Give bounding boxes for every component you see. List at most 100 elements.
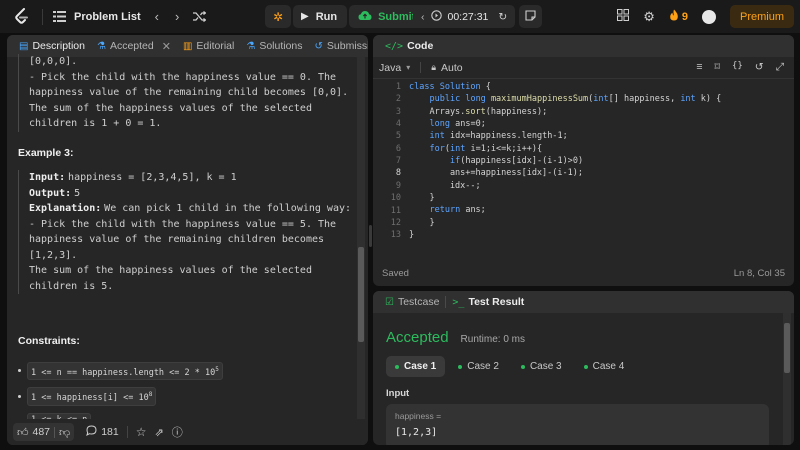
case-label: Case 3	[529, 361, 562, 372]
close-icon[interactable]: ✕	[162, 40, 171, 53]
code-editor[interactable]: 1 2 3 4 5 6 7 8 9 10 11 12 13 class Solu…	[373, 81, 794, 266]
line-number: 3	[395, 106, 401, 117]
expand-icon[interactable]: ⤢	[776, 61, 784, 74]
tab-testcase[interactable]: ☑ Testcase	[379, 291, 445, 313]
runtime: Runtime: 0 ms	[460, 334, 526, 345]
pass-dot-icon	[583, 364, 588, 369]
like-count: 487	[32, 426, 51, 438]
line-number: 7	[395, 156, 401, 167]
tab-test-result[interactable]: >_ Test Result	[446, 291, 530, 313]
result-header: Accepted Runtime: 0 ms	[386, 329, 525, 346]
scrollbar-thumb[interactable]	[784, 323, 790, 373]
code-status-bar: Saved Ln 8, Col 35	[373, 260, 794, 286]
tab-case-3[interactable]: Case 3	[512, 356, 571, 377]
tab-test-result-label: Test Result	[468, 296, 525, 308]
line-number: 12	[390, 217, 401, 228]
timer-controls: ‹ 00:27:31 ↻	[413, 5, 543, 28]
tab-case-2[interactable]: Case 2	[449, 356, 508, 377]
line-number: 2	[395, 94, 401, 105]
help-icon[interactable]: ⓘ	[172, 424, 183, 440]
problem-list-link[interactable]: Problem List	[74, 11, 141, 23]
example-output: Output: 5	[29, 186, 354, 202]
comment-button[interactable]: 181	[86, 425, 119, 439]
line-number: 8	[395, 168, 401, 179]
bookmark-icon[interactable]: ⌑	[715, 61, 720, 74]
tab-code[interactable]: </> Code	[379, 35, 439, 57]
output-value: 5	[74, 187, 81, 199]
chevron-down-icon: ▾	[406, 63, 411, 72]
case-label: Case 1	[404, 361, 437, 372]
input-box: happiness = [1,2,3]	[386, 404, 769, 445]
result-status: Accepted	[386, 329, 449, 346]
share-icon[interactable]: ⇗	[155, 426, 164, 439]
bullet	[18, 369, 21, 373]
braces-icon[interactable]: {}	[732, 61, 743, 74]
case-tabs: Case 1 Case 2 Case 3 Case 4	[386, 356, 633, 377]
tab-case-4[interactable]: Case 4	[575, 356, 634, 377]
editor-actions: ≡ ⌑ {} ↺ ⤢	[696, 61, 794, 74]
format-icon[interactable]: ≡	[696, 61, 702, 74]
explanation-first: We can pick 1 child in the following way…	[104, 203, 352, 214]
streak-count: 9	[681, 10, 688, 23]
play-icon: ▶	[301, 11, 309, 22]
timer[interactable]: ‹ 00:27:31 ↻	[413, 5, 516, 28]
lock-icon: 🔒︎	[431, 62, 436, 72]
book-icon: ▥	[182, 40, 193, 52]
tab-submissions-label: Submissions	[326, 40, 368, 52]
mode-value: Auto	[441, 61, 463, 74]
cloud-upload-icon	[358, 10, 372, 24]
example-2-block: [0,0,0]. - Pick the child with the happi…	[18, 54, 354, 132]
code-tabbar: </> Code	[373, 35, 794, 57]
comment-icon	[86, 425, 97, 439]
debug-button[interactable]: ✲	[265, 5, 291, 28]
language-select[interactable]: Java ▾	[379, 62, 410, 74]
tab-editorial-label: Editorial	[196, 40, 235, 52]
constraint-code: 1 <= happiness[i] <= 108	[27, 387, 157, 407]
shuffle-icon[interactable]	[193, 11, 207, 22]
scrollbar[interactable]	[357, 57, 365, 445]
terminal-icon: >_	[452, 296, 465, 308]
constraint-item: 1 <= n == happiness.length <= 2 * 105	[18, 361, 354, 381]
scrollbar[interactable]	[783, 313, 791, 445]
reset-icon[interactable]: ↻	[498, 11, 507, 23]
run-button[interactable]: ▶ Run	[293, 5, 348, 28]
input-heading: Input	[386, 388, 410, 399]
divider	[54, 426, 56, 438]
code-brackets-icon: </>	[385, 40, 404, 52]
avatar[interactable]	[701, 9, 716, 24]
line-number: 10	[390, 193, 401, 204]
line-number: 6	[395, 143, 401, 154]
example-3-title: Example 3:	[18, 146, 74, 159]
input-label: Input:	[29, 172, 66, 183]
submit-label: Submit	[378, 10, 416, 23]
resize-handle[interactable]	[369, 225, 372, 247]
source-code[interactable]: class Solution { public long maximumHapp…	[409, 81, 721, 241]
text-line: children is 1 + 0 = 1.	[29, 118, 162, 129]
like-dislike-group: 👍︎ 487 👎︎	[13, 423, 75, 441]
mode-select[interactable]: 🔒︎ Auto	[431, 62, 462, 74]
example-input: Input: happiness = [2,3,4,5], k = 1	[29, 170, 354, 186]
fire-icon	[669, 9, 679, 24]
text-line: children is 5.	[29, 280, 114, 292]
description-footer: 👍︎ 487 👎︎ 181 ☆ ⇗ ⓘ	[7, 419, 368, 445]
undo-icon[interactable]: ↺	[755, 61, 764, 74]
chevron-left-icon[interactable]: ‹	[155, 9, 159, 24]
star-icon[interactable]: ☆	[136, 425, 147, 439]
gear-icon[interactable]: ⚙	[643, 9, 655, 25]
thumbs-up-icon[interactable]: 👍︎	[17, 426, 29, 439]
note-button[interactable]	[519, 5, 543, 28]
layout-grid-icon[interactable]	[617, 9, 630, 24]
tab-case-1[interactable]: Case 1	[386, 356, 446, 377]
streak-counter[interactable]: 9	[669, 9, 688, 24]
chevron-right-icon[interactable]: ›	[175, 9, 179, 24]
tab-code-label: Code	[407, 40, 434, 52]
line-number: 1	[395, 82, 401, 92]
test-panel: ☑ Testcase >_ Test Result Accepted Runti…	[373, 291, 794, 445]
scrollbar-thumb[interactable]	[358, 247, 364, 342]
input-value: happiness = [2,3,4,5], k = 1	[68, 172, 237, 183]
leetcode-logo-icon[interactable]	[12, 7, 32, 27]
premium-button[interactable]: Premium	[729, 5, 794, 28]
thumbs-down-icon[interactable]: 👎︎	[59, 426, 70, 439]
text-line: happiness value of the remaining child b…	[29, 87, 349, 98]
code-toolbar: Java ▾ 🔒︎ Auto ≡ ⌑ {} ↺ ⤢	[373, 57, 794, 79]
